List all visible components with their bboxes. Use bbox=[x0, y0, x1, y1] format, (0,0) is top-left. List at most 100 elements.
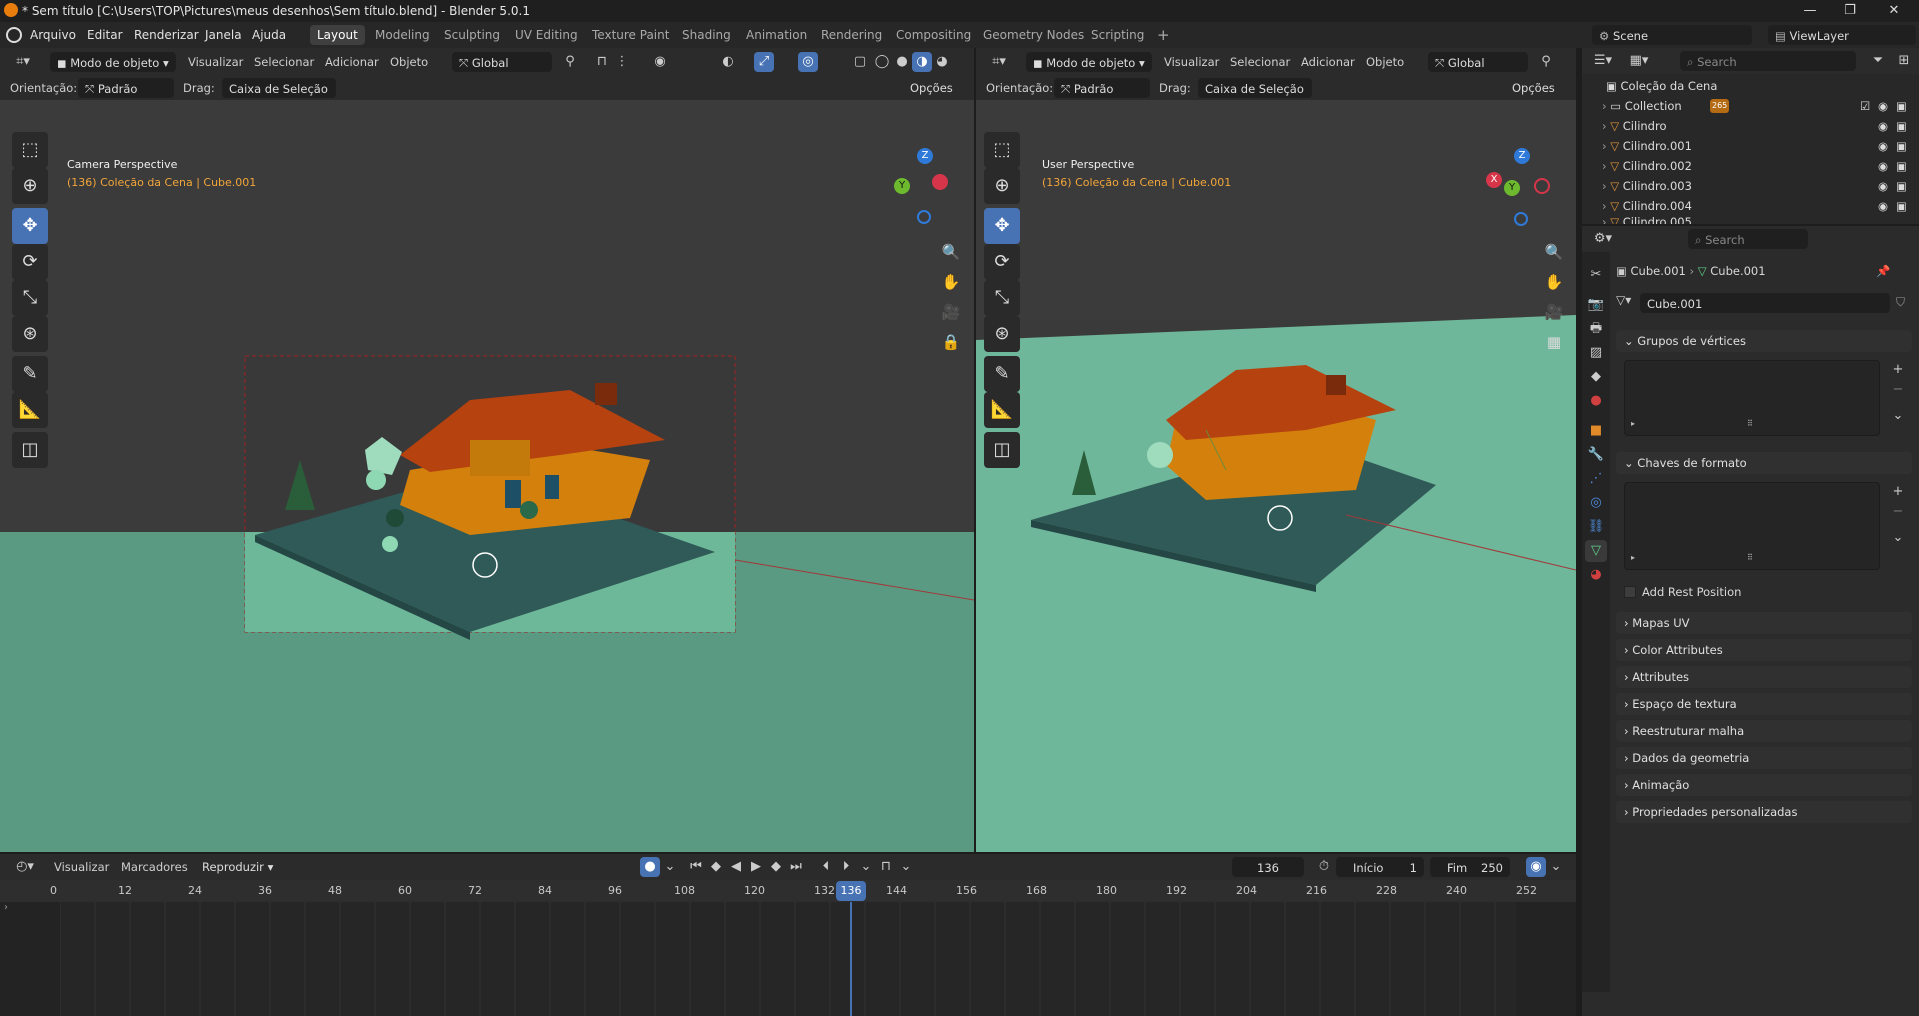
menu-selecionar[interactable]: Selecionar bbox=[254, 52, 314, 72]
snap-target-icon[interactable]: ⋮ bbox=[612, 52, 632, 72]
camera-icon[interactable]: ▣ bbox=[1896, 176, 1907, 196]
xray-icon[interactable]: ▢ bbox=[850, 52, 870, 72]
output-tab-icon[interactable]: 🖶 bbox=[1585, 318, 1607, 340]
camera-icon[interactable]: ▣ bbox=[1896, 156, 1907, 176]
play-reverse-icon[interactable]: ◀ bbox=[726, 857, 746, 877]
tab-compositing[interactable]: Compositing bbox=[889, 25, 978, 45]
move-tool[interactable]: ✥ bbox=[984, 208, 1020, 244]
camera-icon[interactable]: ▣ bbox=[1896, 136, 1907, 156]
list-expand-icon[interactable]: ▸ bbox=[1631, 553, 1635, 562]
material-tab-icon[interactable]: ◕ bbox=[1585, 564, 1607, 586]
eye-icon[interactable]: ◉ bbox=[1878, 176, 1888, 196]
gizmo-neg-x[interactable] bbox=[1534, 178, 1550, 194]
menu-janela[interactable]: Janela bbox=[205, 22, 242, 48]
color-attributes-panel-header[interactable]: › Color Attributes bbox=[1616, 639, 1912, 661]
timeline-channel-expand-icon[interactable]: › bbox=[4, 902, 8, 913]
geometry-data-panel-header[interactable]: › Dados da geometria bbox=[1616, 747, 1912, 769]
view-layer-tab-icon[interactable]: ▨ bbox=[1585, 342, 1607, 364]
drag-dropdown[interactable]: Caixa de Seleção bbox=[222, 78, 336, 98]
wireframe-shading-icon[interactable]: ◯ bbox=[872, 52, 892, 72]
stopwatch-icon[interactable]: ⏱ bbox=[1314, 857, 1334, 877]
gizmo-x-axis[interactable] bbox=[932, 174, 948, 190]
jump-end-icon[interactable]: ⏭ bbox=[786, 857, 806, 877]
annotate-tool[interactable]: ✎ bbox=[12, 356, 48, 392]
render-tab-icon[interactable]: 📷 bbox=[1585, 294, 1607, 316]
gizmo-x-axis[interactable]: X bbox=[1486, 172, 1502, 188]
scene-selector[interactable]: ⚙ Scene bbox=[1592, 25, 1752, 45]
eye-icon[interactable]: ◉ bbox=[1878, 156, 1888, 176]
annotate-tool[interactable]: ✎ bbox=[984, 356, 1020, 392]
editor-type-icon[interactable]: ⌗▾ bbox=[984, 52, 1014, 72]
uv-maps-panel-header[interactable]: › Mapas UV bbox=[1616, 612, 1912, 634]
add-cube-tool[interactable]: ◫ bbox=[984, 432, 1020, 468]
physics-tab-icon[interactable]: ◎ bbox=[1585, 492, 1607, 514]
mode-dropdown[interactable]: ◼ Modo de objeto ▾ bbox=[1026, 52, 1152, 72]
menu-renderizar[interactable]: Renderizar bbox=[134, 22, 199, 48]
timeline-editor-icon[interactable]: ◴▾ bbox=[10, 857, 40, 877]
end-frame-field[interactable]: Fim 250 bbox=[1430, 857, 1510, 877]
list-resize-handle[interactable]: ⠿ bbox=[1747, 553, 1753, 562]
outliner-item-cilindro-003[interactable]: › ▽ Cilindro.003 ◉ ▣ bbox=[1602, 176, 1912, 196]
tab-sculpting[interactable]: Sculpting bbox=[437, 25, 507, 45]
outliner-item-cilindro-001[interactable]: › ▽ Cilindro.001 ◉ ▣ bbox=[1602, 136, 1912, 156]
navigation-gizmo[interactable]: Z X Y bbox=[1486, 148, 1558, 228]
next-keyframe-icon[interactable]: ◆ bbox=[766, 857, 786, 877]
menu-selecionar[interactable]: Selecionar bbox=[1230, 52, 1290, 72]
camera-icon[interactable]: ▣ bbox=[1896, 116, 1907, 136]
pivot-icon[interactable]: ⚲ bbox=[1536, 52, 1556, 72]
scene-tab-icon[interactable]: ◆ bbox=[1585, 366, 1607, 388]
close-button[interactable]: ✕ bbox=[1874, 0, 1914, 22]
list-resize-handle[interactable]: ⠿ bbox=[1747, 419, 1753, 428]
timeline-menu-visualizar[interactable]: Visualizar bbox=[54, 857, 109, 877]
gizmo-neg-z[interactable] bbox=[1514, 212, 1528, 226]
outliner-item-collection[interactable]: › ▭ Collection 265 ☑ ◉ ▣ bbox=[1602, 96, 1912, 116]
camera-view-icon[interactable]: 🎥 bbox=[937, 298, 965, 326]
pan-hand-icon[interactable]: ✋ bbox=[937, 268, 965, 296]
move-tool[interactable]: ✥ bbox=[12, 208, 48, 244]
menu-editar[interactable]: Editar bbox=[87, 22, 123, 48]
transform-tool[interactable]: ⊛ bbox=[984, 316, 1020, 352]
pin-icon[interactable]: 📌 bbox=[1876, 260, 1890, 282]
cursor-tool[interactable]: ⊕ bbox=[12, 168, 48, 204]
menu-adicionar[interactable]: Adicionar bbox=[1301, 52, 1355, 72]
tab-texture-paint[interactable]: Texture Paint bbox=[585, 25, 676, 45]
tab-scripting[interactable]: Scripting bbox=[1084, 25, 1151, 45]
auto-keying-icon[interactable]: ● bbox=[640, 857, 660, 877]
viewlayer-selector[interactable]: ▤ ViewLayer bbox=[1768, 25, 1916, 45]
shape-key-specials-icon[interactable]: ⌄ bbox=[1888, 528, 1908, 548]
tab-layout[interactable]: Layout bbox=[310, 25, 365, 45]
outliner-search-input[interactable]: ⌕ Search bbox=[1680, 51, 1856, 71]
zoom-icon[interactable]: 🔍 bbox=[1540, 238, 1568, 266]
frame-options-icon[interactable]: ⌄ bbox=[856, 857, 876, 877]
timeline-view-options-icon[interactable]: ◉ bbox=[1526, 857, 1546, 877]
start-frame-field[interactable]: Início 1 bbox=[1336, 857, 1424, 877]
minimize-button[interactable]: — bbox=[1790, 0, 1830, 22]
right-viewport-canvas[interactable]: ⬚ ⊕ ✥ ⟳ ⤡ ⊛ ✎ 📐 ◫ User Perspective (136)… bbox=[976, 100, 1576, 852]
navigation-gizmo[interactable]: Z Y bbox=[880, 148, 950, 228]
orientation-dropdown[interactable]: ⤧ Padrão bbox=[78, 78, 174, 98]
tab-modeling[interactable]: Modeling bbox=[368, 25, 437, 45]
menu-visualizar[interactable]: Visualizar bbox=[1164, 52, 1219, 72]
zoom-icon[interactable]: 🔍 bbox=[937, 238, 965, 266]
texture-space-panel-header[interactable]: › Espaço de textura bbox=[1616, 693, 1912, 715]
remove-shape-key-button[interactable]: − bbox=[1888, 502, 1908, 522]
particles-tab-icon[interactable]: ⋰ bbox=[1585, 468, 1607, 490]
menu-ajuda[interactable]: Ajuda bbox=[252, 22, 286, 48]
select-box-tool[interactable]: ⬚ bbox=[12, 132, 48, 168]
transform-tool[interactable]: ⊛ bbox=[12, 316, 48, 352]
tool-tab-icon[interactable]: ✂ bbox=[1585, 264, 1607, 286]
mode-dropdown[interactable]: ◼ Modo de objeto ▾ bbox=[50, 52, 176, 72]
frame-ruler[interactable]: 0 12 24 36 48 60 72 84 96 108 120 132 14… bbox=[0, 880, 1576, 902]
pan-hand-icon[interactable]: ✋ bbox=[1540, 268, 1568, 296]
prev-keyframe-icon[interactable]: ◆ bbox=[706, 857, 726, 877]
outliner-editor-icon[interactable]: ☰▾ bbox=[1588, 51, 1618, 71]
mesh-data-tab-icon[interactable]: ▽ bbox=[1585, 540, 1607, 562]
current-frame-field[interactable]: 136 bbox=[1232, 857, 1304, 877]
camera-view-icon[interactable]: 🎥 bbox=[1540, 298, 1568, 326]
list-expand-icon[interactable]: ▸ bbox=[1631, 419, 1635, 428]
tab-geometry-nodes[interactable]: Geometry Nodes bbox=[976, 25, 1091, 45]
constraints-tab-icon[interactable]: ⛓ bbox=[1585, 516, 1607, 538]
menu-objeto[interactable]: Objeto bbox=[1366, 52, 1404, 72]
rotate-tool[interactable]: ⟳ bbox=[12, 244, 48, 280]
playhead-frame-label[interactable]: 136 bbox=[836, 881, 866, 901]
